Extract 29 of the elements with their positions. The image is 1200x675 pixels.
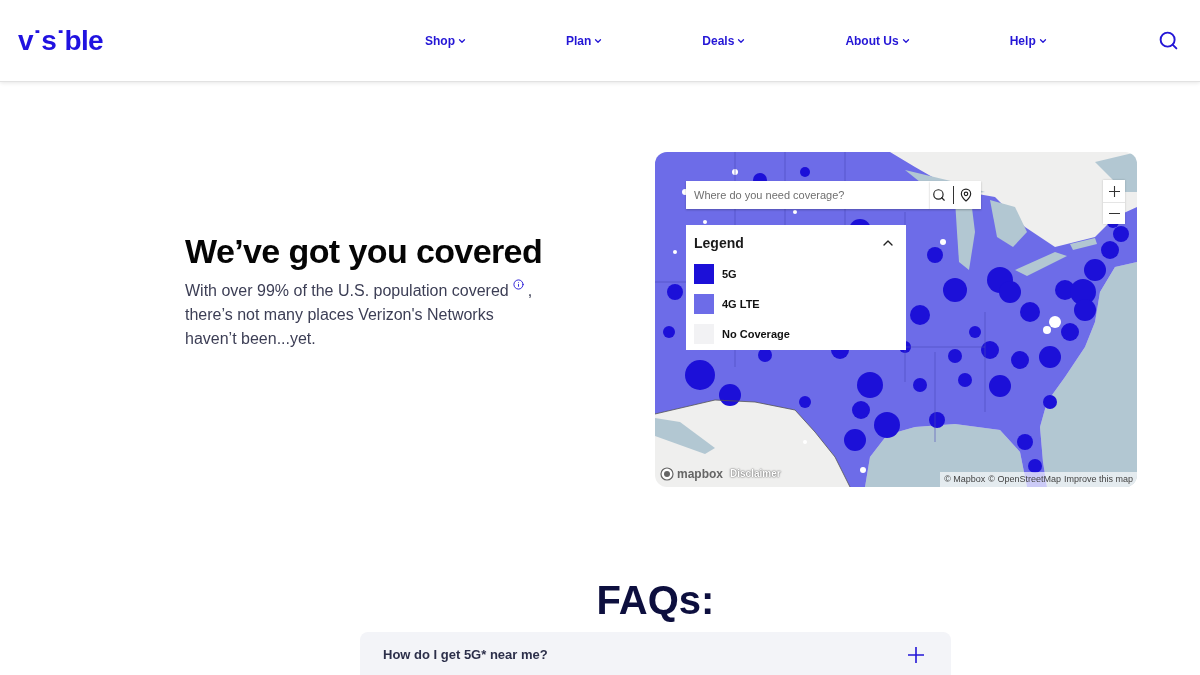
- nav-menu-link[interactable]: Deals: [702, 31, 747, 50]
- legend-label: 4G LTE: [722, 296, 760, 312]
- nav-menu-link[interactable]: Help: [1009, 31, 1048, 50]
- faq-heading: FAQs:: [595, 578, 716, 622]
- map-search-field[interactable]: Where do you need coverage?: [686, 181, 930, 209]
- search-icon: [932, 188, 946, 202]
- hero-heading: We’ve got you covered: [185, 231, 544, 272]
- map-provider-logo-icon: [660, 467, 674, 481]
- attribution-link[interactable]: © Mapbox: [944, 475, 986, 484]
- map-pin-icon: [959, 188, 973, 202]
- coverage-intro-text: With over 99% of the U.S. population covered , there’s not many places Verizon's Networks haven’t been...yet.: [185, 279, 541, 351]
- nav-menu-link[interactable]: About Us: [845, 31, 911, 50]
- legend-title: Legend: [694, 233, 744, 253]
- info-icon[interactable]: [512, 279, 524, 290]
- disclaimer-link[interactable]: Disclaimer: [730, 469, 781, 479]
- legend-label: 5G: [722, 266, 737, 282]
- search-button[interactable]: [1158, 30, 1179, 51]
- attribution-link[interactable]: © OpenStreetMap: [988, 475, 1061, 484]
- search-button[interactable]: [930, 188, 948, 202]
- faq-question-row[interactable]: How do I get 5G* near me?: [360, 632, 951, 675]
- attribution-link[interactable]: Improve this map: [1063, 475, 1133, 484]
- map-provider-wordmark: mapbox: [677, 468, 723, 480]
- minus-icon: [1108, 213, 1120, 214]
- search-icon: [1158, 30, 1179, 51]
- plus-icon: [1108, 185, 1120, 197]
- nav-menu-link[interactable]: Shop: [425, 31, 467, 50]
- legend-label: No Coverage: [722, 326, 790, 342]
- site-logo[interactable]: v˙s˙ble: [18, 26, 103, 55]
- nav-menu-link[interactable]: Plan: [566, 31, 604, 50]
